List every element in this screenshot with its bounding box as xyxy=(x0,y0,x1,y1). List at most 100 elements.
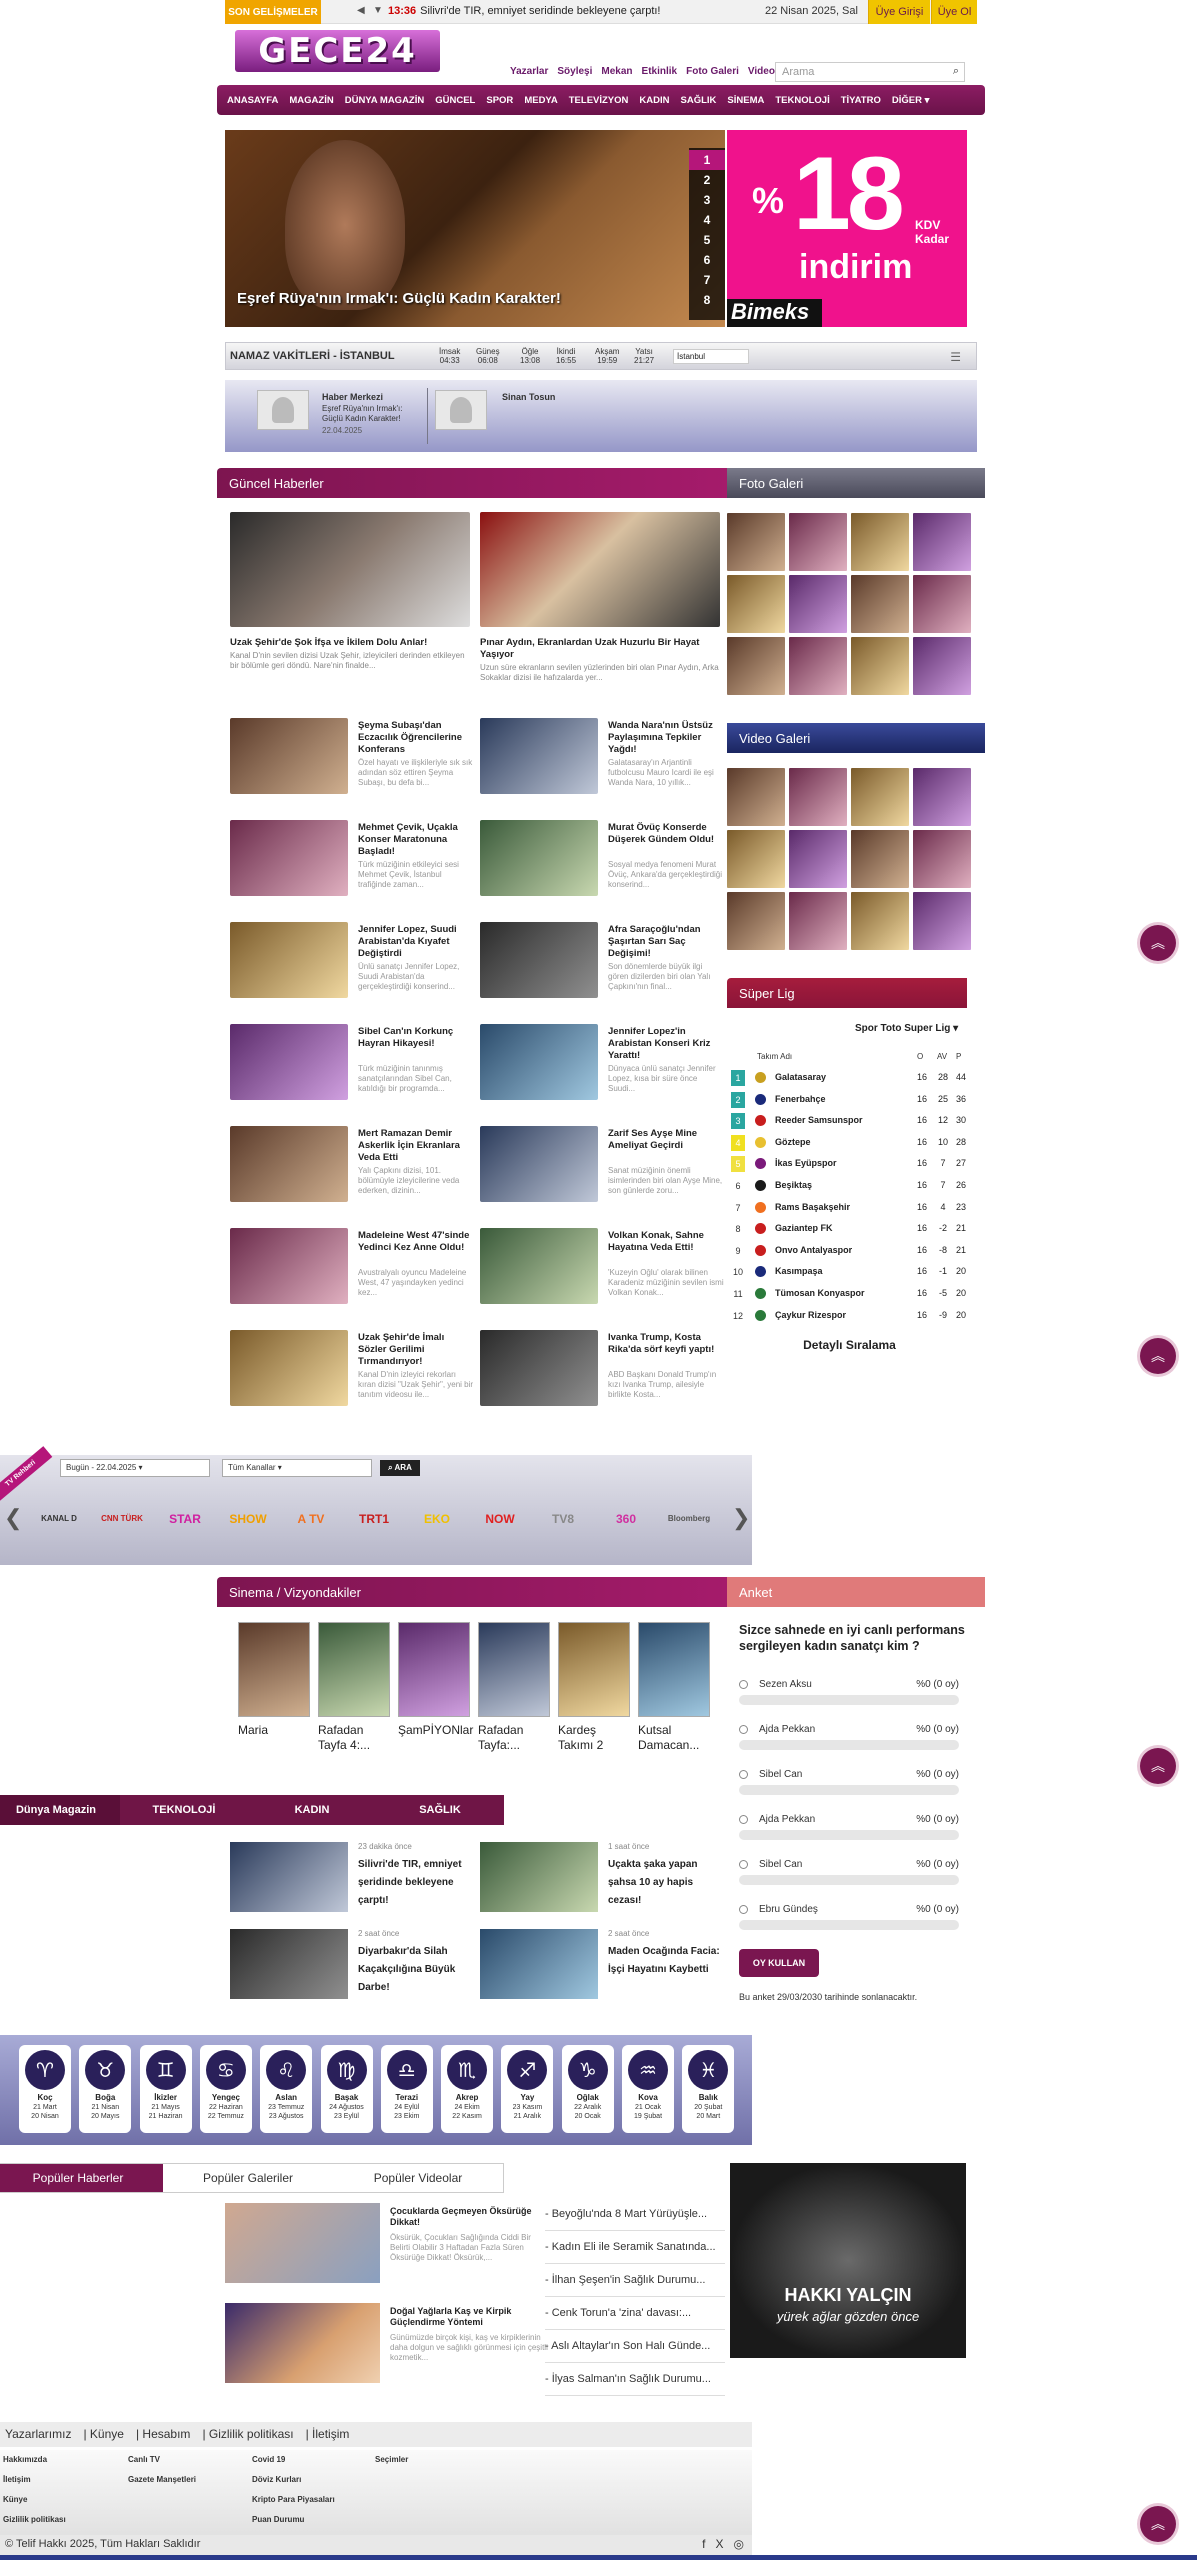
news-title[interactable]: Murat Övüç Konserde Düşerek Gündem Oldu! xyxy=(608,822,724,846)
news-image[interactable] xyxy=(480,718,598,794)
news-image[interactable] xyxy=(230,718,348,794)
top-link[interactable]: Yazarlar xyxy=(510,66,548,77)
news-row[interactable]: 2 saat önce Diyarbakır'da Silah Kaçakçılı… xyxy=(230,1929,475,2009)
poll-option[interactable]: Ebru Gündeş %0 (0 oy) xyxy=(739,1904,959,1934)
news-title[interactable]: Jennifer Lopez'in Arabistan Konseri Kriz… xyxy=(608,1026,724,1062)
team-name[interactable]: Onvo Antalyaspor xyxy=(775,1245,852,1255)
league-row[interactable]: 8 Gaziantep FK 16 -2 21 xyxy=(727,1217,972,1239)
news-title[interactable]: Maden Ocağında Facia: İşçi Hayatını Kayb… xyxy=(608,1943,728,1979)
detail-standings-link[interactable]: Detaylı Sıralama xyxy=(727,1338,972,1352)
news-title[interactable]: Afra Saraçoğlu'ndan Şaşırtan Sarı Saç De… xyxy=(608,924,724,960)
horoscope-sign[interactable]: ♏ Akrep 24 Ekim 22 Kasım xyxy=(441,2045,494,2133)
footer-link[interactable]: Döviz Kurları xyxy=(252,2470,335,2490)
popular-news-item[interactable]: Çocuklarda Geçmeyen Öksürüğe Dikkat! Öks… xyxy=(225,2203,532,2303)
gallery-thumbnail[interactable] xyxy=(789,892,847,950)
news-row[interactable]: Mehmet Çevik, Uçakla Konser Maratonuna B… xyxy=(230,820,475,910)
search-input[interactable]: Arama ⌕ xyxy=(775,62,965,82)
slider-caption[interactable]: Eşref Rüya'nın Irmak'ı: Güçlü Kadın Kara… xyxy=(237,290,561,307)
scroll-top-button[interactable]: ︽ xyxy=(1140,925,1176,961)
channel-logo[interactable]: A TV xyxy=(282,1499,340,1539)
gallery-thumbnail[interactable] xyxy=(789,575,847,633)
horoscope-sign[interactable]: ♓ Balık 20 Şubat 20 Mart xyxy=(682,2045,735,2133)
nav-item[interactable]: TEKNOLOJİ xyxy=(775,95,829,106)
channel-logo[interactable]: TRT1 xyxy=(345,1499,403,1539)
radio-button[interactable] xyxy=(739,1815,748,1824)
ticker-next-icon[interactable]: ▼ xyxy=(373,5,383,16)
radio-button[interactable] xyxy=(739,1905,748,1914)
footer-link[interactable]: Gizlilik politikası xyxy=(3,2510,66,2530)
gallery-thumbnail[interactable] xyxy=(913,768,971,826)
search-icon[interactable]: ⌕ xyxy=(953,65,959,78)
gallery-thumbnail[interactable] xyxy=(851,830,909,888)
ticker-prev-icon[interactable]: ◀ xyxy=(357,5,365,16)
gallery-thumbnail[interactable] xyxy=(913,575,971,633)
horoscope-sign[interactable]: ♑ Oğlak 22 Aralık 20 Ocak xyxy=(561,2045,614,2133)
news-row[interactable]: Madeleine West 47'sinde Yedinci Kez Anne… xyxy=(230,1228,475,1318)
nav-item[interactable]: TELEVİZYON xyxy=(569,95,629,106)
team-name[interactable]: Kasımpaşa xyxy=(775,1266,823,1276)
movie-card[interactable]: Rafadan Tayfa 4:... xyxy=(318,1622,390,1753)
headline-slider[interactable]: Eşref Rüya'nın Irmak'ı: Güçlü Kadın Kara… xyxy=(225,130,725,327)
news-title[interactable]: Şeyma Subaşı'dan Eczacılık Öğrencilerine… xyxy=(358,720,474,756)
slider-page[interactable]: 1 xyxy=(689,150,725,170)
nav-item[interactable]: DİĞER ▾ xyxy=(892,95,930,106)
nav-item[interactable]: SPOR xyxy=(486,95,513,106)
date-select[interactable]: Bugün - 22.04.2025 ▾ xyxy=(60,1459,210,1477)
footer-link[interactable]: Yazarlarımız xyxy=(5,2427,71,2441)
channel-logo[interactable]: KANAL D xyxy=(30,1499,88,1539)
vote-button[interactable]: OY KULLAN xyxy=(739,1949,819,1977)
gallery-thumbnail[interactable] xyxy=(727,575,785,633)
instagram-icon[interactable]: ◎ xyxy=(734,2537,744,2551)
news-image[interactable] xyxy=(480,1126,598,1202)
popular-news-item[interactable]: Doğal Yağlarla Kaş ve Kirpik Güçlendirme… xyxy=(225,2303,548,2403)
movie-poster[interactable] xyxy=(638,1622,710,1717)
popular-list-item[interactable]: - Aslı Altaylar'ın Son Halı Günde... xyxy=(545,2330,725,2363)
news-image[interactable] xyxy=(480,512,720,627)
team-name[interactable]: Gaziantep FK xyxy=(775,1223,833,1233)
news-title[interactable]: Jennifer Lopez, Suudi Arabistan'da Kıyaf… xyxy=(358,924,474,960)
team-name[interactable]: Çaykur Rizespor xyxy=(775,1310,846,1320)
movie-poster[interactable] xyxy=(318,1622,390,1717)
news-image[interactable] xyxy=(480,922,598,998)
news-title[interactable]: Pınar Aydın, Ekranlardan Uzak Huzurlu Bi… xyxy=(480,637,720,661)
team-name[interactable]: Rams Başakşehir xyxy=(775,1202,850,1212)
league-row[interactable]: 11 Tümosan Konyaspor 16 -5 20 xyxy=(727,1282,972,1304)
news-image[interactable] xyxy=(230,1330,348,1406)
gallery-thumbnail[interactable] xyxy=(789,513,847,571)
channel-logo[interactable]: Bloomberg xyxy=(660,1499,718,1539)
footer-link[interactable]: Seçimler xyxy=(375,2450,408,2470)
footer-link[interactable]: Gizlilik politikası xyxy=(209,2427,294,2441)
movie-card[interactable]: Kardeş Takımı 2 xyxy=(558,1622,630,1753)
news-title[interactable]: Doğal Yağlarla Kaş ve Kirpik Güçlendirme… xyxy=(390,2306,550,2328)
top-link[interactable]: Foto Galeri xyxy=(686,66,739,77)
news-image[interactable] xyxy=(230,1929,348,1999)
league-select[interactable]: Spor Toto Super Lig ▾ xyxy=(855,1023,958,1034)
gallery-thumbnail[interactable] xyxy=(789,637,847,695)
book-ad[interactable]: HAKKI YALÇIN yürek ağlar gözden önce xyxy=(730,2163,966,2358)
login-button[interactable]: Üye Girişi xyxy=(868,0,930,24)
news-row[interactable]: 2 saat önce Maden Ocağında Facia: İşçi Ha… xyxy=(480,1929,725,2009)
footer-link[interactable]: Puan Durumu xyxy=(252,2510,335,2530)
movie-card[interactable]: Rafadan Tayfa:... xyxy=(478,1622,550,1753)
news-row[interactable]: Şeyma Subaşı'dan Eczacılık Öğrencilerine… xyxy=(230,718,475,808)
top-link[interactable]: Söyleşi xyxy=(557,66,592,77)
horoscope-sign[interactable]: ♉ Boğa 21 Nisan 20 Mayıs xyxy=(79,2045,132,2133)
tab-popular-news[interactable]: Popüler Haberler xyxy=(0,2164,163,2192)
gallery-thumbnail[interactable] xyxy=(851,575,909,633)
news-title[interactable]: Uzak Şehir'de Şok İfşa ve İkilem Dolu An… xyxy=(230,637,470,649)
news-image[interactable] xyxy=(480,1929,598,1999)
movie-title[interactable]: Rafadan Tayfa 4:... xyxy=(318,1723,390,1753)
channel-logo[interactable]: TV8 xyxy=(534,1499,592,1539)
news-image[interactable] xyxy=(230,1024,348,1100)
tab-dunya-magazin[interactable]: Dünya Magazin xyxy=(0,1795,120,1825)
news-card[interactable]: Pınar Aydın, Ekranlardan Uzak Huzurlu Bi… xyxy=(480,512,720,683)
slider-page[interactable]: 6 xyxy=(689,250,725,270)
footer-link[interactable]: Gazete Manşetleri xyxy=(128,2470,196,2490)
footer-link[interactable]: Covid 19 xyxy=(252,2450,335,2470)
footer-link[interactable]: Kripto Para Piyasaları xyxy=(252,2490,335,2510)
city-select[interactable]: İstanbul xyxy=(673,349,749,364)
gallery-thumbnail[interactable] xyxy=(727,830,785,888)
tab-kadin[interactable]: KADIN xyxy=(248,1795,376,1825)
nav-item[interactable]: SAĞLIK xyxy=(681,95,717,106)
horoscope-sign[interactable]: ♍ Başak 24 Ağustos 23 Eylül xyxy=(320,2045,373,2133)
